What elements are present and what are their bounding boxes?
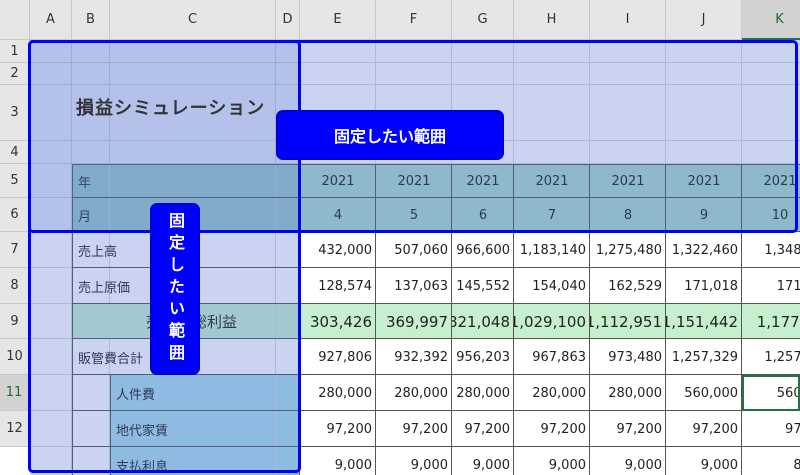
value-cell[interactable]: 1,029,100 — [514, 304, 590, 339]
column-header-f[interactable]: F — [376, 0, 452, 40]
value-cell[interactable]: 821,048 — [452, 304, 514, 339]
row-header-5[interactable]: 5 — [0, 164, 30, 198]
value-cell[interactable]: 967,863 — [514, 339, 590, 375]
value-cell[interactable]: 927,806 — [300, 339, 376, 375]
row-header-4[interactable]: 4 — [0, 141, 30, 164]
value-cell[interactable]: 1,275,480 — [590, 232, 666, 268]
value-cell[interactable]: 932,392 — [376, 339, 452, 375]
value-cell[interactable]: 97,2 — [742, 411, 800, 447]
value-cell[interactable]: 97,200 — [300, 411, 376, 447]
value-cell[interactable]: 432,000 — [300, 232, 376, 268]
row-header-9[interactable]: 9 — [0, 304, 30, 339]
value-cell[interactable]: 303,426 — [300, 304, 376, 339]
column-header-a[interactable]: A — [30, 0, 72, 40]
freeze-range-callout-horizontal-text: 固定したい範囲 — [333, 127, 446, 146]
value-cell[interactable]: 1,257,329 — [666, 339, 742, 375]
value-cell[interactable]: 145,552 — [452, 268, 514, 304]
value-cell[interactable]: 280,000 — [452, 375, 514, 411]
column-header-j[interactable]: J — [666, 0, 742, 40]
row-header-2[interactable]: 2 — [0, 63, 30, 85]
value-cell[interactable]: 97,200 — [666, 411, 742, 447]
value-cell[interactable]: 97,200 — [590, 411, 666, 447]
value-cell[interactable]: 9,000 — [300, 447, 376, 475]
column-header-c[interactable]: C — [110, 0, 276, 40]
row-header-6[interactable]: 6 — [0, 198, 30, 232]
value-cell[interactable]: 1,177,3 — [742, 304, 800, 339]
value-cell[interactable]: 1,348,3 — [742, 232, 800, 268]
value-cell[interactable]: 1,112,951 — [590, 304, 666, 339]
value-cell[interactable]: 973,480 — [590, 339, 666, 375]
value-cell[interactable]: 154,040 — [514, 268, 590, 304]
value-cell[interactable]: 9,000 — [666, 447, 742, 475]
value-cell[interactable]: 1,257,6 — [742, 339, 800, 375]
value-cell[interactable]: 128,574 — [300, 268, 376, 304]
value-cell[interactable]: 956,203 — [452, 339, 514, 375]
value-cell[interactable]: 9,000 — [514, 447, 590, 475]
row-header-3[interactable]: 3 — [0, 85, 30, 141]
value-cell[interactable]: 9,000 — [452, 447, 514, 475]
value-cell[interactable]: 280,000 — [514, 375, 590, 411]
column-header-h[interactable]: H — [514, 0, 590, 40]
freeze-range-callout-vertical-text: 固定したい範囲 — [166, 212, 185, 366]
value-cell[interactable]: 162,529 — [590, 268, 666, 304]
value-cell[interactable]: 8,0 — [742, 447, 800, 475]
value-cell[interactable]: 560,000 — [666, 375, 742, 411]
column-header-k[interactable]: K — [742, 0, 800, 40]
row-header-10[interactable]: 10 — [0, 339, 30, 375]
value-cell[interactable]: 280,000 — [376, 375, 452, 411]
value-cell[interactable]: 1,151,442 — [666, 304, 742, 339]
column-header-d[interactable]: D — [276, 0, 300, 40]
spreadsheet[interactable]: A B C D E F G H I J K 1 2 3 4 5 6 7 8 9 10 11 12 年月 2021 2021 2021… — [0, 0, 800, 475]
value-cell[interactable]: 171,0 — [742, 268, 800, 304]
value-cell[interactable]: 97,200 — [514, 411, 590, 447]
row-header-7[interactable]: 7 — [0, 232, 30, 268]
column-header-i[interactable]: I — [590, 0, 666, 40]
value-cell[interactable]: 137,063 — [376, 268, 452, 304]
value-cell[interactable]: 1,183,140 — [514, 232, 590, 268]
column-header-g[interactable]: G — [452, 0, 514, 40]
sheet-title: 損益シミュレーション — [76, 98, 266, 119]
value-cell[interactable]: 280,000 — [590, 375, 666, 411]
value-cell[interactable]: 369,997 — [376, 304, 452, 339]
select-all-corner[interactable] — [0, 0, 30, 40]
freeze-range-callout-horizontal: 固定したい範囲 — [276, 110, 504, 160]
value-cell[interactable]: 507,060 — [376, 232, 452, 268]
active-cell-k11[interactable] — [742, 375, 800, 411]
row-header-8[interactable]: 8 — [0, 268, 30, 304]
value-cell[interactable]: 9,000 — [590, 447, 666, 475]
value-cell[interactable]: 97,200 — [452, 411, 514, 447]
column-header-b[interactable]: B — [72, 0, 110, 40]
value-cell[interactable]: 9,000 — [376, 447, 452, 475]
value-cell[interactable]: 171,018 — [666, 268, 742, 304]
column-header-e[interactable]: E — [300, 0, 376, 40]
row-header-11[interactable]: 11 — [0, 375, 30, 411]
freeze-range-callout-vertical: 固定したい範囲 — [150, 203, 200, 375]
value-cell[interactable]: 97,200 — [376, 411, 452, 447]
row-header-1[interactable]: 1 — [0, 40, 30, 63]
value-cell[interactable]: 966,600 — [452, 232, 514, 268]
value-cell[interactable]: 1,322,460 — [666, 232, 742, 268]
row-header-12[interactable]: 12 — [0, 411, 30, 447]
value-cell[interactable]: 280,000 — [300, 375, 376, 411]
